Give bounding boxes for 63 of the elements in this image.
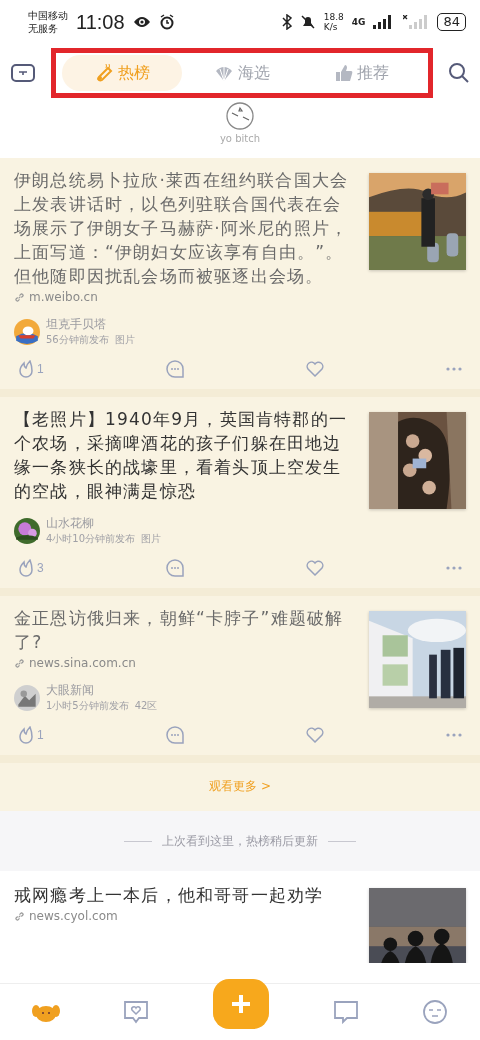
post-tag: 42区	[134, 699, 158, 713]
author-name[interactable]: 坦克手贝塔	[46, 316, 135, 333]
dog-icon[interactable]	[31, 1002, 60, 1022]
more-icon[interactable]	[445, 733, 462, 737]
clock-time: 11:08	[76, 10, 125, 34]
author-avatar[interactable]	[14, 517, 40, 544]
comment-icon[interactable]	[165, 559, 184, 577]
news-title[interactable]: 伊朗总统易卜拉欣·莱西在纽约联合国大会上发表讲话时，以色列驻联合国代表在会场展示了伊朗女子马赫萨·阿米尼的照片，上面写道：“伊朗妇女应该享有自由。”。但他随即因扰乱会场而被驱逐出会场。	[14, 168, 355, 288]
link-icon	[14, 657, 25, 669]
author-avatar[interactable]	[14, 318, 40, 345]
author-name[interactable]: 山水花柳	[46, 515, 162, 532]
speed-unit: K/s	[323, 22, 339, 32]
news-card[interactable]: 伊朗总统易卜拉欣·莱西在纽约联合国大会上发表讲话时，以色列驻联合国代表在会场展示了伊朗女子马赫萨·阿米尼的照片，上面写道：“伊朗妇女应该享有自由。”。但他随即因扰乱会场而被驱逐出会场。 m.weibo.cn 坦克手贝塔 56分钟前发布 图片 1	[0, 158, 480, 397]
alarm-icon	[158, 14, 175, 30]
thumbs-up-icon	[335, 64, 353, 82]
network-speed: 18.8	[323, 12, 344, 22]
post-tag: 图片	[141, 532, 162, 546]
post-time: 4小时10分钟前发布	[46, 532, 136, 546]
plus-button[interactable]	[213, 979, 269, 1029]
user-name: yo bitch	[219, 133, 261, 144]
post-time: 1小时5分钟前发布	[46, 699, 129, 713]
eye-icon	[132, 16, 151, 28]
tab[interactable]: 推荐	[302, 55, 422, 91]
news-title[interactable]: 【老照片】1940年9月，英国肯特郡的一个农场，采摘啤酒花的孩子们躲在田地边缘一条狭长的战壕里，看着头顶上空发生的空战，眼神满是惊恐	[14, 407, 355, 503]
update-notice: 上次看到这里，热榜稍后更新	[162, 832, 318, 850]
muted-bell-icon	[299, 14, 316, 30]
chat-icon[interactable]	[332, 1000, 359, 1024]
post-tag: 图片	[114, 333, 135, 347]
heart-message-icon[interactable]	[123, 1000, 150, 1024]
author-avatar[interactable]	[14, 684, 40, 711]
author-name[interactable]: 大眼新闻	[46, 682, 158, 699]
heart-icon[interactable]	[305, 560, 324, 576]
tab[interactable]: 海选	[182, 55, 302, 91]
service-status: 无服务	[28, 22, 59, 35]
tv-icon[interactable]	[10, 62, 36, 84]
carrier-name: 中国移动	[28, 9, 68, 22]
more-icon[interactable]	[445, 566, 462, 570]
see-more-link[interactable]: 观看更多 >	[209, 779, 271, 793]
avatar-icon[interactable]	[226, 102, 254, 130]
bluetooth-icon	[281, 14, 292, 30]
battery-level: 84	[437, 13, 466, 31]
search-icon[interactable]	[448, 62, 470, 84]
source-link[interactable]: m.weibo.cn	[29, 290, 98, 304]
news-title[interactable]: 戒网瘾考上一本后，他和哥哥一起劝学	[14, 883, 355, 907]
network-type: 4G	[351, 17, 366, 27]
heart-icon[interactable]	[305, 727, 324, 743]
post-time: 56分钟前发布	[46, 333, 109, 347]
news-card[interactable]: 金正恩访俄归来，朝鲜“卡脖子”难题破解了? news.sina.com.cn 大眼新闻 1小时5分钟前发布 42区 1	[0, 596, 480, 763]
link-icon	[14, 291, 25, 303]
link-icon	[14, 910, 25, 922]
heart-icon[interactable]	[305, 361, 324, 377]
no-signal-icon	[403, 15, 430, 29]
comment-icon[interactable]	[165, 726, 184, 744]
comment-icon[interactable]	[165, 360, 184, 378]
tab[interactable]: 热榜	[62, 55, 182, 91]
source-link[interactable]: news.sina.com.cn	[29, 656, 136, 670]
news-title[interactable]: 金正恩访俄归来，朝鲜“卡脖子”难题破解了?	[14, 606, 355, 654]
source-link[interactable]: news.cyol.com	[29, 909, 118, 923]
news-card[interactable]: 【老照片】1940年9月，英国肯特郡的一个农场，采摘啤酒花的孩子们躲在田地边缘一条狭长的战壕里，看着头顶上空发生的空战，眼神满是惊恐 山水花柳 4小时10分钟前发布 图片 3	[0, 397, 480, 596]
more-icon[interactable]	[445, 367, 462, 371]
face-icon[interactable]	[422, 999, 449, 1025]
thermometer-icon	[94, 63, 114, 83]
plus-icon	[230, 993, 252, 1015]
